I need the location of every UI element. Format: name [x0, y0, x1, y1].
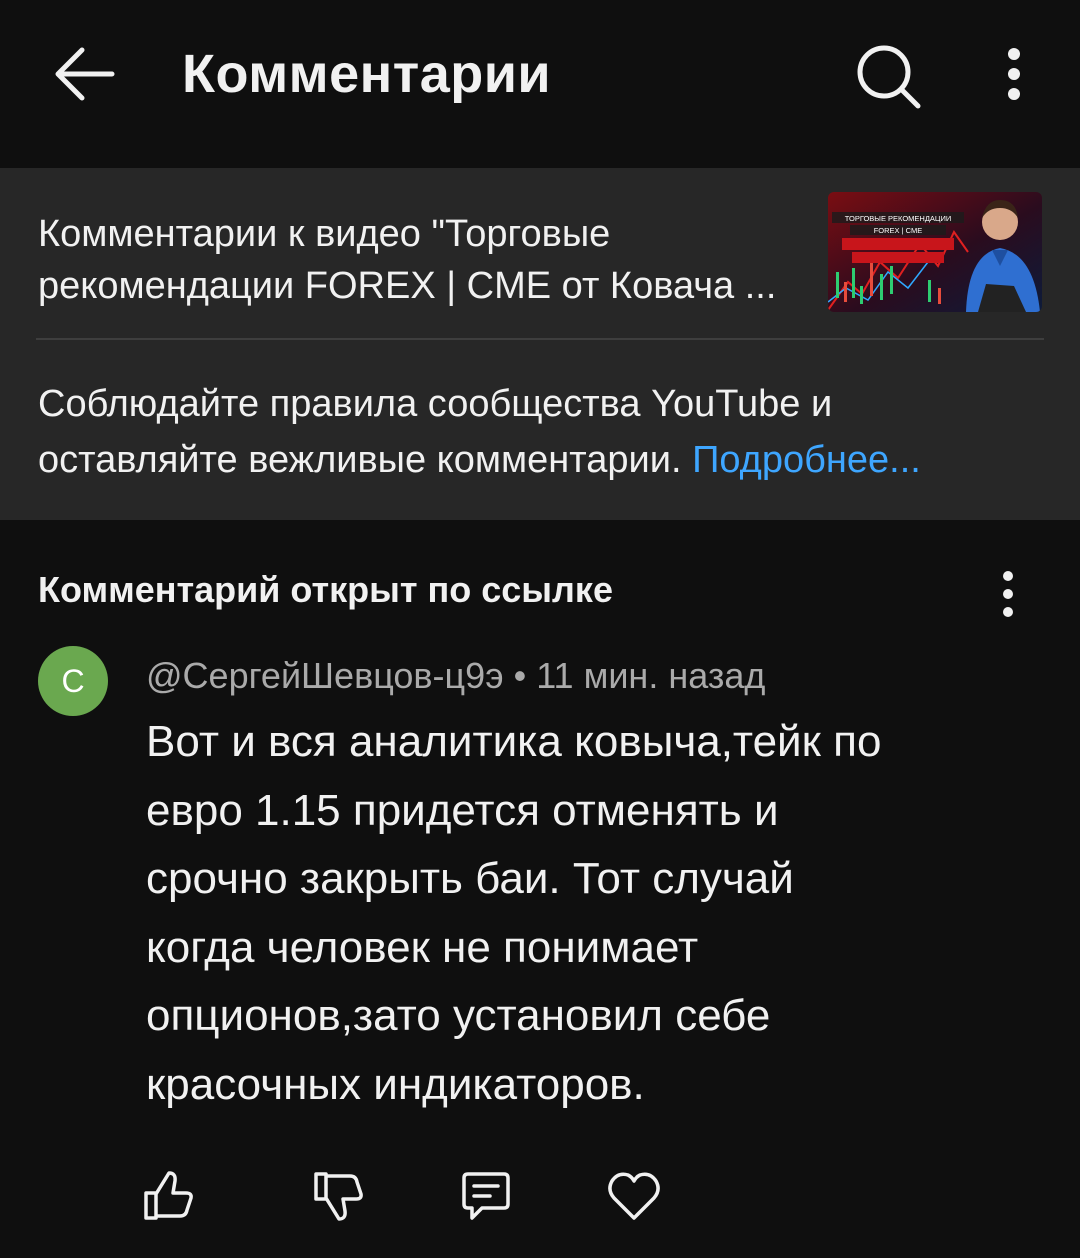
- thumbs-down-icon: [314, 1172, 363, 1221]
- thumbnail-caption-2: FOREX | CME: [874, 226, 923, 235]
- linked-comment-heading: Комментарий открыт по ссылке: [38, 569, 613, 610]
- thumbnail-caption-1: ТОРГОВЫЕ РЕКОМЕНДАЦИИ: [845, 214, 951, 223]
- more-options-button[interactable]: [990, 40, 1038, 112]
- search-button[interactable]: [852, 40, 924, 112]
- avatar[interactable]: С: [38, 646, 108, 716]
- comment-line: евро 1.15 придется отменять и: [146, 785, 779, 835]
- dislike-button[interactable]: [308, 1166, 368, 1226]
- comment-line: когда человек не понимает: [146, 922, 699, 972]
- comment-options-button[interactable]: [988, 566, 1028, 622]
- comment-line: опционов,зато установил себе: [146, 991, 771, 1040]
- meta-separator: •: [513, 655, 527, 696]
- comment-line: красочных индикаторов.: [146, 1059, 645, 1109]
- comment-line: Вот и вся аналитика ковыча,тейк по: [146, 717, 882, 766]
- arrow-left-icon: [55, 47, 115, 101]
- community-guidelines-text: Соблюдайте правила сообщества YouTube и …: [38, 376, 1048, 488]
- page-title: Комментарии: [182, 44, 552, 104]
- video-thumbnail[interactable]: ТОРГОВЫЕ РЕКОМЕНДАЦИИ FOREX | CME: [828, 192, 1042, 312]
- rules-line1: Соблюдайте правила сообщества YouTube и: [38, 383, 833, 425]
- video-info-panel: Комментарии к видео "Торговые рекомендац…: [0, 168, 1080, 520]
- learn-more-link[interactable]: Подробнее...: [692, 439, 921, 481]
- app-header: Комментарии: [0, 0, 1080, 168]
- thumbnail-image: ТОРГОВЫЕ РЕКОМЕНДАЦИИ FOREX | CME: [828, 192, 1042, 312]
- more-vertical-icon: [1003, 571, 1013, 617]
- reply-icon: [462, 1172, 510, 1220]
- reply-button[interactable]: [456, 1166, 516, 1226]
- video-title-line2: рекомендации FOREX | CME от Ковача ...: [38, 265, 777, 307]
- divider: [36, 338, 1044, 340]
- heart-button[interactable]: [604, 1166, 664, 1226]
- comment-time: 11 мин. назад: [536, 655, 766, 696]
- video-title-link[interactable]: Комментарии к видео "Торговые рекомендац…: [38, 208, 808, 312]
- back-button[interactable]: [52, 44, 116, 104]
- rules-line2: оставляйте вежливые комментарии.: [38, 439, 682, 481]
- heart-icon: [608, 1172, 660, 1220]
- comment-author[interactable]: @СергейШевцов-ц9э: [146, 655, 504, 696]
- comment-meta: @СергейШевцов-ц9э • 11 мин. назад: [146, 652, 765, 700]
- thumbs-up-icon: [144, 1171, 193, 1220]
- like-button[interactable]: [138, 1166, 198, 1226]
- search-icon: [857, 45, 921, 109]
- comment-body: Вот и вся аналитика ковыча,тейк по евро …: [146, 708, 1026, 1119]
- more-vertical-icon: [1008, 48, 1020, 100]
- comment-line: срочно закрыть баи. Тот случай: [146, 854, 794, 903]
- video-title-line1: Комментарии к видео "Торговые: [38, 213, 611, 255]
